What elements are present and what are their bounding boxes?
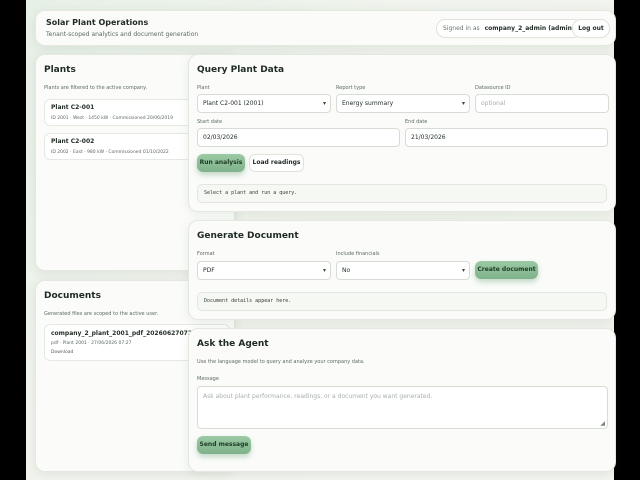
financials-label: Include financials: [336, 251, 380, 257]
query-panel: Query Plant Data Plant Plant C2-001 (200…: [188, 54, 616, 212]
create-document-button[interactable]: Create document: [475, 261, 538, 279]
send-message-button[interactable]: Send message: [197, 436, 251, 454]
agent-title: Ask the Agent: [197, 339, 269, 349]
documents-title: Documents: [44, 291, 101, 301]
end-date-input[interactable]: 21/03/2026: [405, 128, 608, 147]
report-type-select[interactable]: Energy summary ▾: [336, 94, 470, 113]
plant-name: Plant C2-002: [51, 138, 95, 145]
plants-note: Plants are filtered to the active compan…: [44, 85, 147, 91]
app-header: Solar Plant Operations Tenant-scoped ana…: [35, 10, 616, 46]
signed-in-badge: Signed in as company_2_admin (admin): [436, 19, 582, 38]
resize-handle-icon[interactable]: ◢: [600, 420, 605, 427]
screen-border-left: [0, 0, 26, 480]
generate-title: Generate Document: [197, 231, 299, 241]
format-select-value: PDF: [203, 267, 215, 274]
agent-note: Use the language model to query and anal…: [197, 359, 365, 365]
logout-button[interactable]: Log out: [572, 19, 610, 38]
plants-title: Plants: [44, 65, 76, 75]
signed-in-label: Signed in as: [443, 25, 480, 32]
start-date-label: Start date: [197, 119, 223, 125]
format-label: Format: [197, 251, 215, 257]
datasource-input[interactable]: optional: [475, 94, 609, 113]
run-analysis-button[interactable]: Run analysis: [197, 154, 245, 172]
financials-select[interactable]: No ▾: [336, 261, 470, 280]
query-output: Select a plant and run a query.: [197, 184, 607, 203]
report-type-value: Energy summary: [342, 100, 394, 107]
document-meta: pdf · Plant 2001 · 27/06/2026 07:27: [51, 341, 132, 346]
app-title: Solar Plant Operations: [46, 18, 149, 27]
plant-name: Plant C2-001: [51, 104, 95, 111]
app-subtitle: Tenant-scoped analytics and document gen…: [46, 31, 199, 38]
document-name: company_2_plant_2001_pdf_20260627072742: [51, 330, 205, 337]
documents-note: Generated files are scoped to the active…: [44, 311, 159, 317]
chevron-down-icon: ▾: [322, 267, 326, 274]
datasource-label: Datasource ID: [475, 85, 511, 91]
generate-panel: Generate Document Format PDF ▾ Include f…: [188, 220, 616, 320]
agent-panel: Ask the Agent Use the language model to …: [188, 328, 616, 472]
plant-meta: ID 2002 · East · 980 kW · Commissioned 0…: [51, 150, 169, 155]
plant-select[interactable]: Plant C2-001 (2001) ▾: [197, 94, 331, 113]
end-date-label: End date: [405, 119, 428, 125]
signed-in-user: company_2_admin (admin): [484, 25, 575, 32]
message-textarea[interactable]: Ask about plant performance, readings, o…: [197, 386, 608, 429]
chevron-down-icon: ▾: [461, 100, 465, 107]
format-select[interactable]: PDF ▾: [197, 261, 331, 280]
document-output: Document details appear here.: [197, 292, 607, 311]
financials-select-value: No: [342, 267, 351, 274]
load-readings-button[interactable]: Load readings: [249, 154, 304, 172]
plant-select-value: Plant C2-001 (2001): [203, 100, 264, 107]
message-label: Message: [197, 376, 219, 382]
chevron-down-icon: ▾: [461, 267, 465, 274]
query-title: Query Plant Data: [197, 65, 285, 75]
report-type-label: Report type: [336, 85, 366, 91]
download-link[interactable]: Download: [51, 350, 73, 355]
screen-border-right: [614, 0, 640, 480]
start-date-input[interactable]: 02/03/2026: [197, 128, 400, 147]
plant-meta: ID 2001 · West · 1450 kW · Commissioned …: [51, 116, 173, 121]
chevron-down-icon: ▾: [322, 100, 326, 107]
message-placeholder: Ask about plant performance, readings, o…: [203, 393, 433, 400]
plant-label: Plant: [197, 85, 210, 91]
